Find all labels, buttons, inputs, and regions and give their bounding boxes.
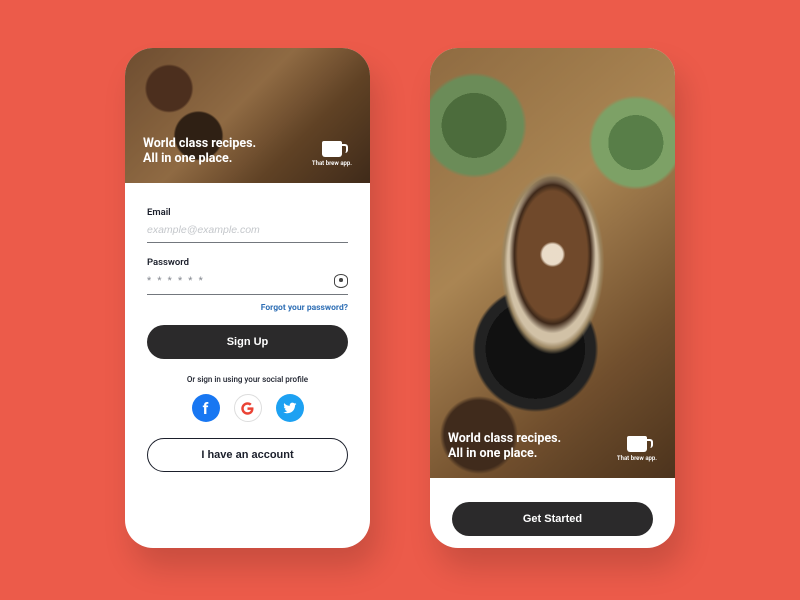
have-account-button[interactable]: I have an account bbox=[147, 438, 348, 472]
eye-icon[interactable] bbox=[334, 274, 348, 288]
forgot-password-link[interactable]: Forgot your password? bbox=[147, 303, 348, 313]
facebook-icon: f bbox=[203, 399, 209, 418]
signup-screen: World class recipes. All in one place. T… bbox=[125, 48, 370, 548]
onboarding-screen: World class recipes. All in one place. T… bbox=[430, 48, 675, 548]
twitter-button[interactable] bbox=[276, 394, 304, 422]
signup-form: Email Password * * * * * * Forgot your p… bbox=[125, 183, 370, 548]
mug-icon bbox=[322, 141, 342, 157]
tagline-line-2: All in one place. bbox=[448, 446, 561, 462]
password-label: Password bbox=[147, 257, 348, 268]
tagline-line-1: World class recipes. bbox=[143, 136, 256, 152]
tagline-line-1: World class recipes. bbox=[448, 431, 561, 447]
facebook-button[interactable]: f bbox=[192, 394, 220, 422]
logo: That brew app. bbox=[312, 141, 352, 167]
onboarding-footer: Get Started bbox=[430, 478, 675, 548]
social-buttons: f bbox=[147, 394, 348, 422]
twitter-icon bbox=[283, 401, 297, 415]
get-started-button[interactable]: Get Started bbox=[452, 502, 653, 536]
password-field[interactable]: * * * * * * bbox=[147, 276, 334, 286]
hero: World class recipes. All in one place. T… bbox=[125, 48, 370, 183]
google-icon bbox=[240, 401, 255, 416]
google-button[interactable] bbox=[234, 394, 262, 422]
hero-image bbox=[430, 48, 675, 478]
email-label: Email bbox=[147, 207, 348, 218]
tagline: World class recipes. All in one place. bbox=[448, 431, 561, 462]
social-divider-text: Or sign in using your social profile bbox=[147, 375, 348, 384]
logo: That brew app. bbox=[617, 436, 657, 462]
signup-button[interactable]: Sign Up bbox=[147, 325, 348, 359]
password-field-wrapper: * * * * * * bbox=[147, 268, 348, 295]
tagline: World class recipes. All in one place. bbox=[143, 136, 256, 167]
email-field-wrapper bbox=[147, 218, 348, 243]
tagline-line-2: All in one place. bbox=[143, 151, 256, 167]
brand-name: That brew app. bbox=[617, 455, 657, 462]
hero: World class recipes. All in one place. T… bbox=[430, 48, 675, 478]
mug-icon bbox=[627, 436, 647, 452]
brand-name: That brew app. bbox=[312, 160, 352, 167]
email-field[interactable] bbox=[147, 224, 348, 236]
